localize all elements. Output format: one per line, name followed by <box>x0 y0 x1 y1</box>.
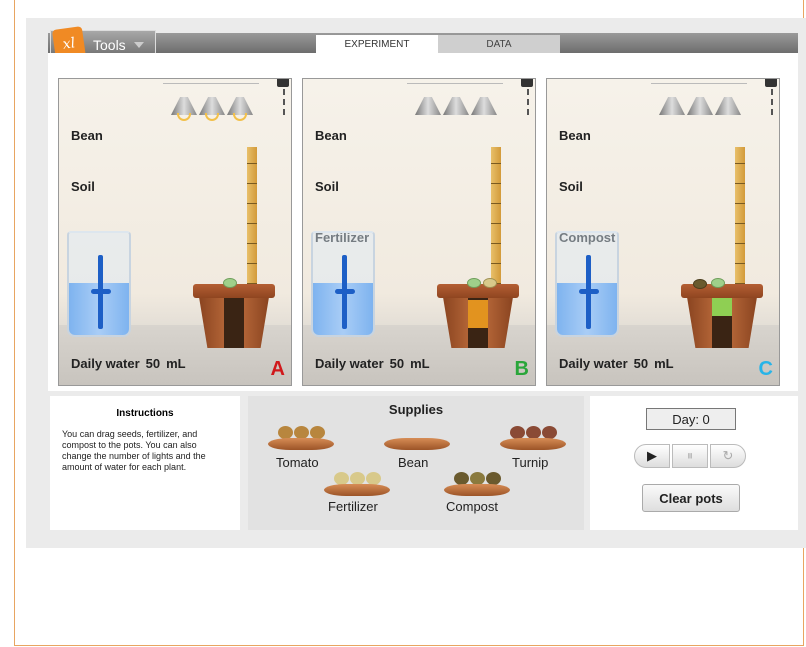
daily-water-label: Daily water <box>71 356 140 371</box>
fertilizer-layer <box>468 300 488 328</box>
growth-chamber-a: Bean Soil Daily water 50 mL A <box>58 78 292 386</box>
height-ruler <box>247 147 257 293</box>
daily-water-readout: Daily water 50 mL <box>559 356 674 371</box>
playback-controls: ▶ ⏸ ↻ <box>634 444 746 468</box>
chevron-down-icon <box>133 42 144 48</box>
chamber-letter: B <box>514 358 529 380</box>
daily-water-value: 50 <box>389 356 405 371</box>
lamp-group[interactable] <box>645 79 755 129</box>
lamp-group[interactable] <box>157 79 267 129</box>
water-beaker <box>311 231 375 337</box>
lamp-shade-icon <box>659 97 685 115</box>
contents-line: Bean <box>71 128 103 143</box>
daily-water-unit: mL <box>654 356 674 371</box>
daily-water-label: Daily water <box>315 356 384 371</box>
clear-pots-button[interactable]: Clear pots <box>642 484 740 512</box>
instructions-panel: Instructions You can drag seeds, fertili… <box>50 396 240 530</box>
supply-label: Compost <box>446 499 499 514</box>
reset-icon[interactable]: ↻ <box>710 444 746 468</box>
lamp-cord <box>283 89 285 115</box>
supply-label: Bean <box>398 455 429 470</box>
contents-line: Soil <box>559 179 583 194</box>
daily-water-readout: Daily water 50 mL <box>71 356 186 371</box>
daily-water-unit: mL <box>166 356 186 371</box>
supplies-title: Supplies <box>388 402 444 417</box>
camera-icon[interactable] <box>277 79 289 87</box>
supplies-panel: Supplies Tomato Bean Turnip Fertilizer C… <box>248 396 584 530</box>
compost-layer <box>712 296 732 316</box>
water-slider-knob[interactable] <box>335 289 355 294</box>
camera-icon[interactable] <box>765 79 777 87</box>
bean-seed-icon <box>711 278 725 288</box>
day-counter: Day: 0 <box>646 408 736 430</box>
contents-line: Soil <box>315 179 339 194</box>
controls-panel: Day: 0 ▶ ⏸ ↻ Clear pots <box>590 396 798 530</box>
daily-water-readout: Daily water 50 mL <box>315 356 430 371</box>
growth-chamber-c: Bean Soil Compost Daily water 50 mL C <box>546 78 780 386</box>
fertilizer-icon <box>483 278 497 288</box>
water-beaker <box>555 231 619 337</box>
tab-experiment[interactable]: EXPERIMENT <box>316 35 438 53</box>
water-beaker <box>67 231 131 337</box>
daily-water-value: 50 <box>633 356 649 371</box>
lamp-shade-icon <box>443 97 469 115</box>
lamp-shade-icon <box>715 97 741 115</box>
instructions-text: You can drag seeds, fertilizer, and comp… <box>62 429 206 472</box>
lamp-shade-icon <box>687 97 713 115</box>
lamp-cord <box>527 89 529 115</box>
daily-water-value: 50 <box>145 356 161 371</box>
bean-seed-icon <box>223 278 237 288</box>
play-icon[interactable]: ▶ <box>634 444 670 468</box>
contents-line: Bean <box>315 128 347 143</box>
plant-pot[interactable] <box>437 278 519 348</box>
lamp-shade-icon <box>415 97 441 115</box>
tools-label: Tools <box>93 37 126 53</box>
tab-data[interactable]: DATA <box>438 35 560 53</box>
pause-icon[interactable]: ⏸ <box>672 444 708 468</box>
bean-seed-icon <box>467 278 481 288</box>
height-ruler <box>735 147 745 293</box>
water-slider-knob[interactable] <box>579 289 599 294</box>
instructions-title: Instructions <box>116 408 174 419</box>
water-slider-knob[interactable] <box>91 289 111 294</box>
compost-icon <box>693 279 707 289</box>
daily-water-unit: mL <box>410 356 430 371</box>
supply-label: Tomato <box>276 455 319 470</box>
chamber-contents-label: Bean Soil <box>71 93 103 229</box>
daily-water-label: Daily water <box>559 356 628 371</box>
supply-label: Fertilizer <box>328 499 378 514</box>
lamp-shade-icon <box>471 97 497 115</box>
growth-chamber-b: Bean Soil Fertilizer Daily water 50 mL B <box>302 78 536 386</box>
supply-label: Turnip <box>512 455 549 470</box>
height-ruler <box>491 147 501 293</box>
lamp-cord <box>771 89 773 115</box>
contents-line: Soil <box>71 179 95 194</box>
plant-pot[interactable] <box>681 278 763 348</box>
plant-pot[interactable] <box>193 278 275 348</box>
lamp-group[interactable] <box>401 79 511 129</box>
contents-line: Bean <box>559 128 591 143</box>
chamber-letter: A <box>270 358 285 380</box>
camera-icon[interactable] <box>521 79 533 87</box>
chamber-letter: C <box>758 358 773 380</box>
